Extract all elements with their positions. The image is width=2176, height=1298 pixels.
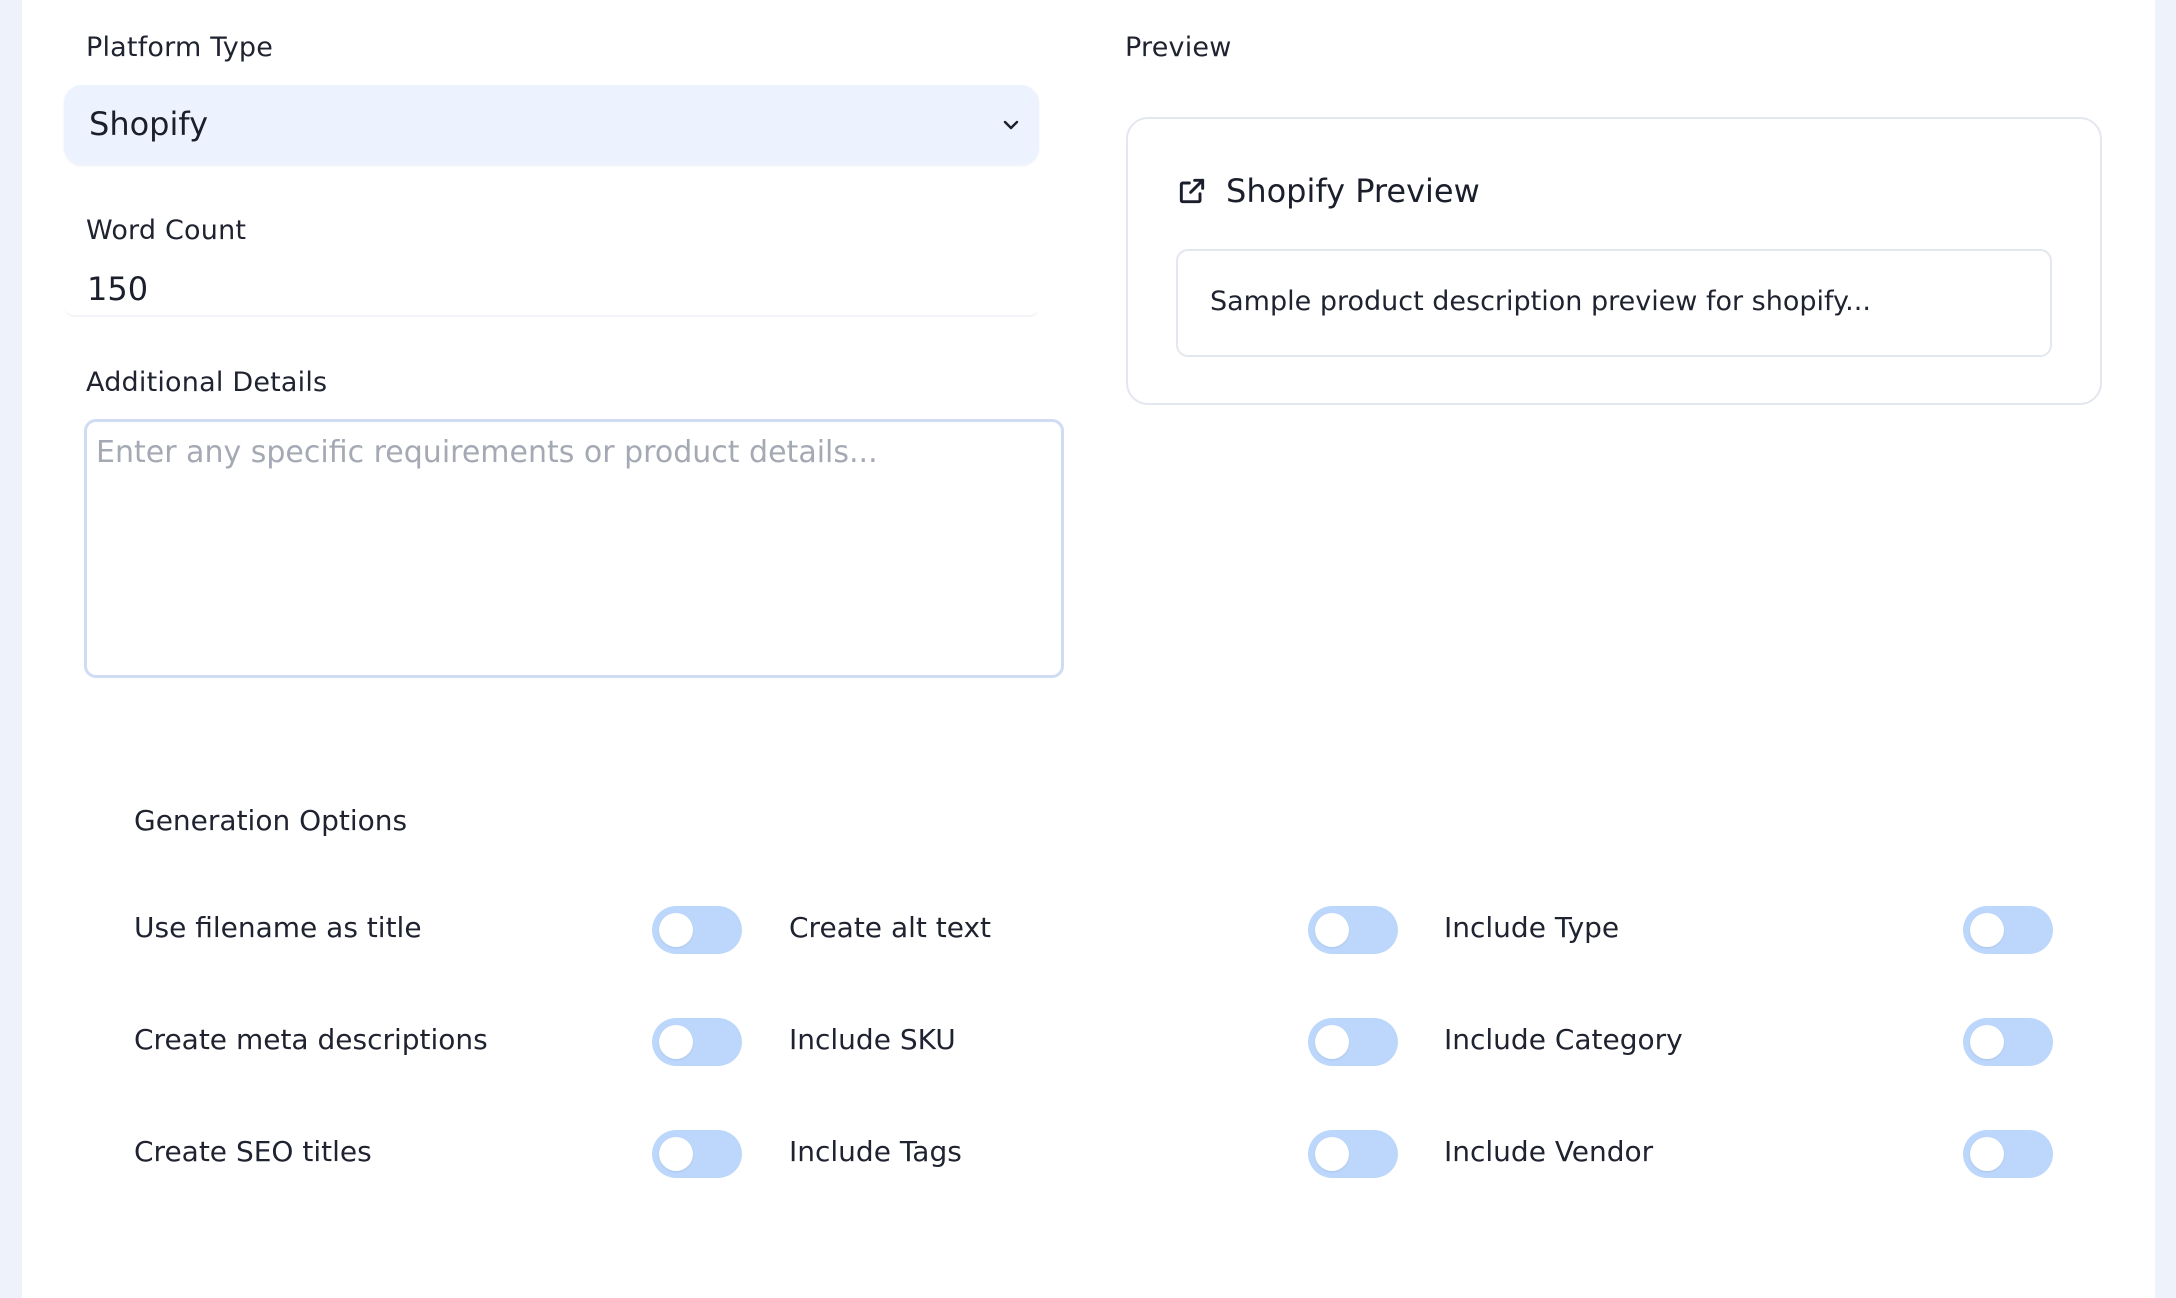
preview-card: Shopify Preview Sample product descripti… [1126,117,2102,405]
toggle-knob [1970,1137,2004,1171]
toggle-knob [1315,1025,1349,1059]
preview-header: Shopify Preview [1176,171,1480,211]
toggle-knob [1315,913,1349,947]
toggle-include-category[interactable] [1963,1018,2053,1066]
additional-details-textarea[interactable]: Enter any specific requirements or produ… [84,419,1064,678]
toggle-include-vendor[interactable] [1963,1130,2053,1178]
toggle-knob [1970,1025,2004,1059]
option-label-use-filename: Use filename as title [134,911,422,944]
toggle-include-tags[interactable] [1308,1130,1398,1178]
option-label-create-alt-text: Create alt text [789,911,992,944]
toggle-include-type[interactable] [1963,906,2053,954]
toggle-knob [1315,1137,1349,1171]
chevron-down-icon [1003,120,1019,130]
word-count-input[interactable]: 150 [64,265,1039,317]
platform-type-label: Platform Type [86,32,274,63]
toggle-knob [1970,913,2004,947]
option-label-include-sku: Include SKU [789,1023,956,1056]
platform-type-value: Shopify [89,105,209,143]
option-label-include-vendor: Include Vendor [1444,1135,1654,1168]
toggle-knob [659,1025,693,1059]
generation-options-heading: Generation Options [134,804,408,837]
toggle-create-meta-descriptions[interactable] [652,1018,742,1066]
toggle-include-sku[interactable] [1308,1018,1398,1066]
word-count-value: 150 [87,270,149,308]
external-link-icon[interactable] [1176,175,1208,207]
additional-details-placeholder: Enter any specific requirements or produ… [96,435,878,470]
option-label-create-seo-titles: Create SEO titles [134,1135,372,1168]
option-label-include-category: Include Category [1444,1023,1683,1056]
platform-type-select[interactable]: Shopify [64,85,1039,165]
additional-details-label: Additional Details [86,367,328,398]
preview-text: Sample product description preview for s… [1210,286,1871,317]
option-label-include-tags: Include Tags [789,1135,962,1168]
preview-title: Shopify Preview [1226,172,1480,210]
toggle-create-alt-text[interactable] [1308,906,1398,954]
word-count-label: Word Count [86,215,247,246]
toggle-knob [659,913,693,947]
preview-content-box: Sample product description preview for s… [1176,249,2052,357]
option-label-include-type: Include Type [1444,911,1620,944]
toggle-knob [659,1137,693,1171]
preview-label: Preview [1125,32,1232,63]
toggle-use-filename[interactable] [652,906,742,954]
toggle-create-seo-titles[interactable] [652,1130,742,1178]
option-label-create-meta-descriptions: Create meta descriptions [134,1023,488,1056]
